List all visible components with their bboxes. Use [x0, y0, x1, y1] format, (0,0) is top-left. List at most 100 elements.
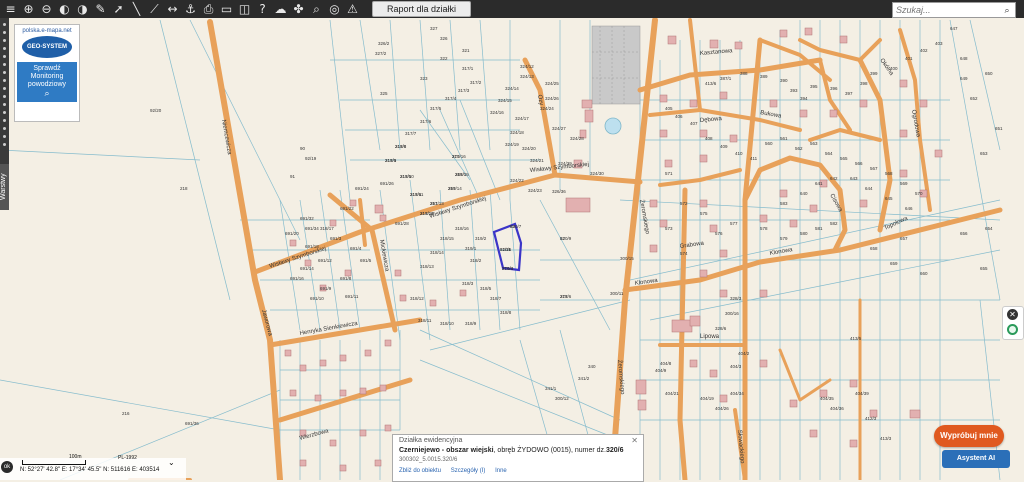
parcel-number-label: 582 [830, 221, 838, 226]
flood-monitoring-button[interactable]: Sprawdź Monitoring powodziowy ⌕ [17, 62, 77, 102]
pan-forward-icon[interactable]: ◑ [75, 2, 90, 17]
cloud-upload-icon[interactable]: ☁ [273, 2, 288, 17]
parcel-number-label: 659 [890, 261, 898, 266]
measure-line-icon[interactable]: ╲ [129, 2, 144, 17]
zoom-to-object-link[interactable]: Zbliż do obiektu [399, 468, 441, 474]
layers-tab[interactable]: Warstwy [0, 164, 9, 210]
parcel-number-label: 640 [800, 191, 808, 196]
parcel-number-label: 404/36 [830, 406, 844, 411]
target-icon[interactable]: ◎ [327, 2, 342, 17]
parcel-number-label: 324/12 [520, 64, 534, 69]
nav-dot[interactable] [3, 39, 6, 42]
parcel-number-label: 404/34 [730, 391, 744, 396]
parcel-number-label: 300/11 [610, 291, 624, 296]
parcel-number-label: 404/8 [660, 361, 672, 366]
zoom-in-icon[interactable]: ⊕ [21, 2, 36, 17]
flood-button-line2: Monitoring [30, 73, 64, 80]
search-input[interactable] [893, 4, 999, 16]
nav-dot[interactable] [3, 79, 6, 82]
map-view-icon[interactable]: ▭ [219, 2, 234, 17]
parcel-number-label: 404/21 [665, 391, 679, 396]
layer-toggle-icon[interactable] [1007, 324, 1018, 335]
parcel-number-label: 561 [780, 136, 788, 141]
other-link[interactable]: Inne [495, 468, 507, 474]
zoom-out-icon[interactable]: ⊖ [39, 2, 54, 17]
parcel-number-label: 653 [980, 151, 988, 156]
nav-dot[interactable] [3, 63, 6, 66]
parcel-number-label: 410 [735, 151, 743, 156]
ok-button[interactable]: ok [1, 461, 13, 473]
ai-assistant-button[interactable]: Asystent AI [942, 450, 1010, 468]
nav-dot[interactable] [3, 55, 6, 58]
pan-back-icon[interactable]: ◐ [57, 2, 72, 17]
parcel-number-label: 572 [680, 201, 688, 206]
parcel-number-label: 324/21 [530, 158, 544, 163]
nav-dot[interactable] [3, 71, 6, 74]
nav-dot[interactable] [3, 23, 6, 26]
nav-dot[interactable] [3, 111, 6, 114]
parcel-number-label: 318/13 [420, 264, 434, 269]
parcel-number-label: 324/13 [520, 74, 534, 79]
parcel-number-label: 691/26 [380, 181, 394, 186]
try-now-button[interactable]: Wypróbuj mnie [934, 425, 1004, 447]
measure-area-icon[interactable]: ⟋ [147, 2, 162, 17]
pointer-icon[interactable]: ➚ [111, 2, 126, 17]
parcel-number-label: 691/16 [290, 276, 304, 281]
nav-dot[interactable] [3, 119, 6, 122]
parcel-number-label: 574 [680, 251, 688, 256]
magnifier-icon: ⌕ [44, 88, 50, 98]
help-icon[interactable]: ? [255, 2, 270, 17]
search-icon[interactable]: ⌕ [999, 4, 1015, 16]
anchor-icon[interactable]: ⚓ [183, 2, 198, 17]
parcel-number-label: 216 [122, 411, 130, 416]
parcel-number-label: 218/5 [400, 174, 412, 179]
close-icon[interactable]: ✕ [1007, 309, 1018, 320]
nav-dot[interactable] [3, 87, 6, 90]
warning-icon[interactable]: ⚠ [345, 2, 360, 17]
parcel-number-label: 563 [810, 141, 818, 146]
parcel-number-label: 406 [675, 114, 683, 119]
print-icon[interactable]: ⎙ [201, 2, 216, 17]
chevron-down-icon[interactable]: ⌄ [168, 458, 175, 467]
parcel-info-popup: Działka ewidencyjna ✕ Czerniejewo - obsz… [392, 434, 644, 482]
site-url[interactable]: polska.e-mapa.net [15, 28, 79, 34]
layers-icon[interactable]: ≡ [3, 2, 18, 17]
pencil-icon[interactable]: ✎ [93, 2, 108, 17]
crs-label[interactable]: PL-1992 [118, 455, 137, 461]
close-icon[interactable]: ✕ [631, 436, 638, 445]
nav-dot[interactable] [3, 143, 6, 146]
geo-system-logo: GEO-SYSTEM [22, 36, 72, 58]
search-zoom-icon[interactable]: ⌕ [309, 2, 324, 17]
parcel-number-label: 691/18 [305, 244, 319, 249]
share-icon[interactable]: ✤ [291, 2, 306, 17]
parcel-number-label: 324/26 [545, 96, 559, 101]
nav-dot[interactable] [3, 31, 6, 34]
parcel-number-label: 218/1 [385, 158, 397, 163]
status-bar: ok 100m PL-1992 ⌄ N: 52°27' 42.8" E: 17°… [0, 454, 186, 480]
nav-dot[interactable] [3, 103, 6, 106]
popup-precinct: , obręb ŻYDOWO (0015), numer dz. [493, 447, 606, 454]
dimension-icon[interactable]: ↔ [165, 2, 180, 17]
nav-dot[interactable] [3, 47, 6, 50]
nav-dot[interactable] [3, 127, 6, 130]
map-canvas[interactable]: Wisławy Szymborskiej Wisławy Szymborskie… [0, 0, 1024, 480]
parcel-number-label: 286/1 [455, 172, 467, 177]
nav-dot[interactable] [3, 135, 6, 138]
parcel-number-label: 647 [950, 26, 958, 31]
parcel-number-label: 324/17 [515, 116, 529, 121]
parcel-report-button[interactable]: Raport dla działki [372, 1, 472, 17]
parcel-number-label: 569 [900, 181, 908, 186]
parcel-number-label: 300/15 [620, 256, 634, 261]
parcel-number-label: 654 [985, 226, 993, 231]
parcel-number-label: 319/2 [475, 236, 487, 241]
info-icon[interactable]: ◫ [237, 2, 252, 17]
parcel-number-label: 324/15 [498, 98, 512, 103]
parcel-number-label: 327 [430, 26, 438, 31]
parcel-number-label: 691/20 [285, 231, 299, 236]
nav-dot[interactable] [3, 95, 6, 98]
popup-title: Działka ewidencyjna [399, 437, 463, 444]
parcel-number-label: 270/1 [502, 266, 514, 271]
parcel-number-label: 651 [995, 126, 1003, 131]
popup-description: Czerniejewo - obszar wiejski, obręb ŻYDO… [399, 447, 624, 454]
details-link[interactable]: Szczegóły (I) [451, 468, 486, 474]
